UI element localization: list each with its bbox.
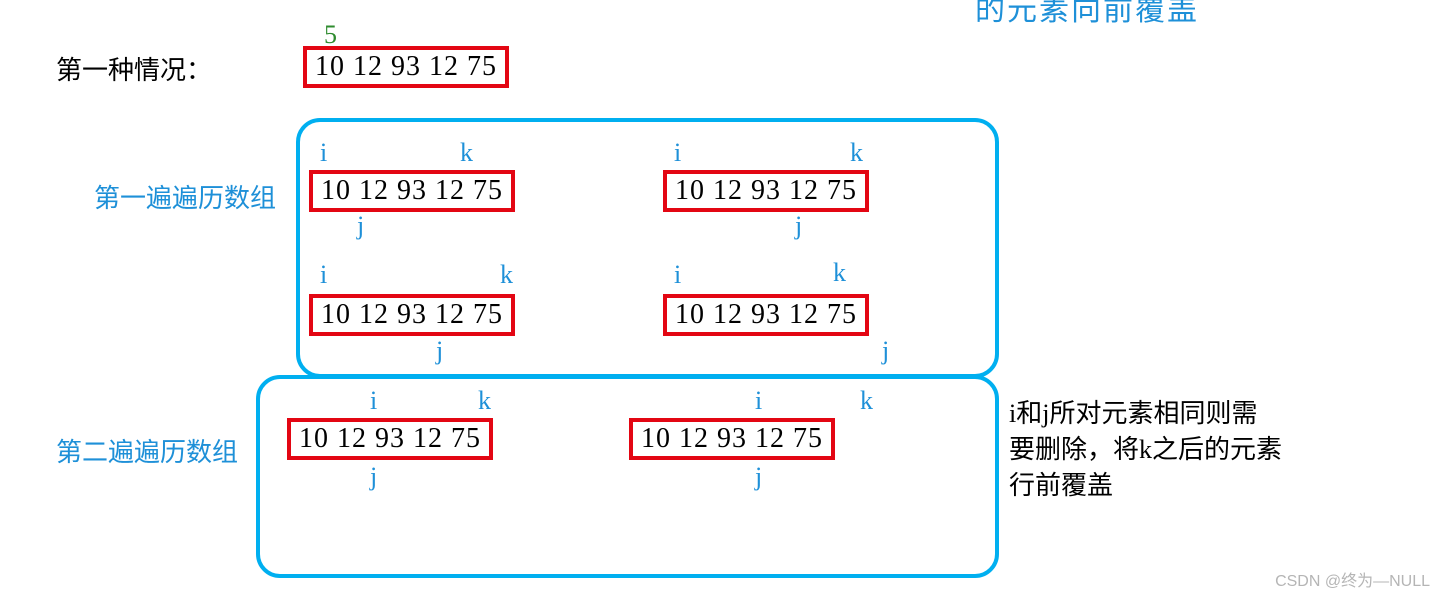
p2a1-i: i	[370, 386, 377, 416]
p1a4-k: k	[833, 258, 846, 288]
array-box-top: 10 12 93 12 75	[303, 46, 509, 88]
pass1-array-3: 10 12 93 12 75	[309, 294, 515, 336]
p1a2-i: i	[674, 138, 681, 168]
explain-line-2: 要删除，将k之后的元素	[1009, 432, 1339, 468]
pass1-array-4: 10 12 93 12 75	[663, 294, 869, 336]
p1a4-i: i	[674, 260, 681, 290]
explain-line-1: i和j所对元素相同则需	[1009, 396, 1339, 432]
p2a1-j: j	[370, 462, 377, 492]
explain-line-3: 行前覆盖	[1009, 468, 1339, 504]
p2a1-k: k	[478, 386, 491, 416]
p1a1-k: k	[460, 138, 473, 168]
p1a4-j: j	[882, 336, 889, 366]
p2a2-j: j	[755, 462, 762, 492]
watermark: CSDN @终为—NULL	[1275, 567, 1430, 591]
pass1-array-2: 10 12 93 12 75	[663, 170, 869, 212]
p2a2-i: i	[755, 386, 762, 416]
pass2-array-1: 10 12 93 12 75	[287, 418, 493, 460]
pass1-label: 第一遍遍历数组	[94, 178, 276, 215]
pass2-array-2: 10 12 93 12 75	[629, 418, 835, 460]
pass1-array-1: 10 12 93 12 75	[309, 170, 515, 212]
p1a3-j: j	[436, 336, 443, 366]
p1a3-k: k	[500, 260, 513, 290]
cutoff-text: 的元素向前覆盖	[975, 0, 1199, 29]
pass2-label: 第二遍遍历数组	[56, 432, 238, 469]
pass2-panel	[256, 375, 999, 578]
p1a2-j: j	[795, 211, 802, 241]
explanation-text: i和j所对元素相同则需 要删除，将k之后的元素 行前覆盖	[1009, 396, 1339, 504]
case-title: 第一种情况：	[56, 50, 212, 87]
p2a2-k: k	[860, 386, 873, 416]
p1a1-j: j	[357, 211, 364, 241]
p1a3-i: i	[320, 260, 327, 290]
p1a2-k: k	[850, 138, 863, 168]
p1a1-i: i	[320, 138, 327, 168]
pass1-panel	[296, 118, 999, 378]
